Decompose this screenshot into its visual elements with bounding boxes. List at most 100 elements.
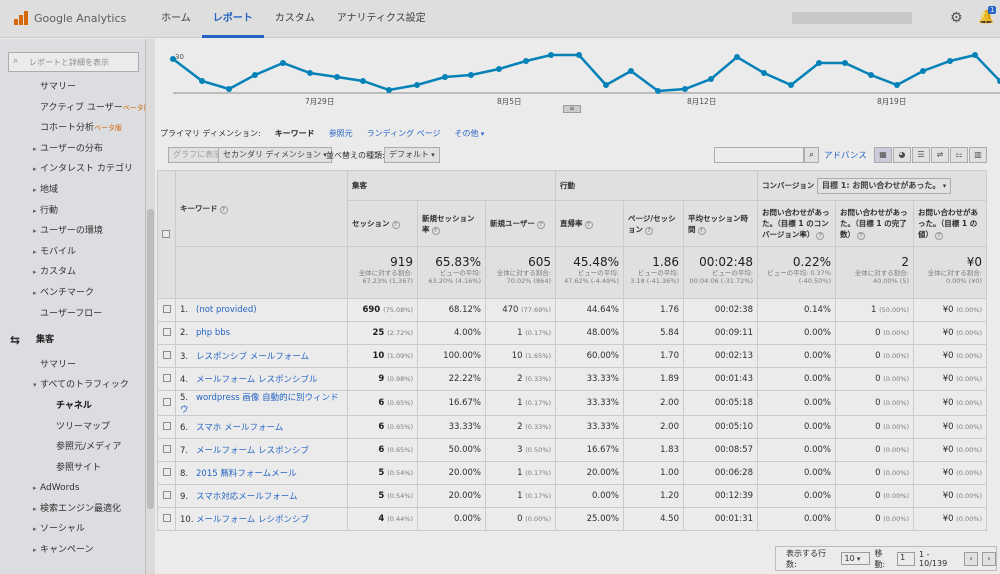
row-checkbox[interactable] — [162, 513, 171, 522]
data-point-27[interactable] — [894, 82, 900, 88]
goto-page-input[interactable]: 1 — [897, 551, 916, 566]
goal-select[interactable]: 目標 1: お問い合わせがあった。 — [816, 177, 952, 194]
performance-view-icon[interactable]: ☰ — [912, 147, 930, 163]
column-header-4[interactable]: ページ/セッション? — [623, 200, 684, 247]
sidebar-item-3[interactable]: ユーザーの分布 — [0, 139, 145, 160]
keyword-cell[interactable]: 1. (not provided) — [175, 298, 348, 322]
sidebar-item-4[interactable]: インタレスト カテゴリ — [0, 159, 145, 180]
data-point-4[interactable] — [280, 60, 286, 66]
keyword-link[interactable]: メールフォーム レスポンシブ — [196, 446, 309, 456]
column-header-6[interactable]: お問い合わせがあった。（目標 1 のコンバージョン率）? — [757, 200, 836, 247]
sidebar-item-16[interactable]: ツリーマップ — [0, 417, 145, 438]
row-checkbox[interactable] — [162, 327, 171, 336]
data-point-1[interactable] — [199, 78, 205, 84]
help-icon[interactable]: ? — [816, 232, 825, 240]
row-checkbox[interactable] — [162, 467, 171, 476]
help-icon[interactable]: ? — [584, 221, 593, 229]
search-icon[interactable]: ⌕ — [804, 147, 819, 163]
table-row[interactable]: 8. 2015 無料フォームメール 5 (0.54%) 20.00% 1 (0.17%)… — [157, 461, 987, 485]
keyword-link[interactable]: メールフォーム レシポンシブ — [196, 515, 309, 525]
tab-0[interactable]: ホーム — [150, 0, 202, 38]
tab-2[interactable]: カスタム — [264, 0, 326, 38]
table-row[interactable]: 6. スマホ メールフォーム 6 (0.65%) 33.33% 2 (0.33%) 33.… — [157, 415, 987, 439]
keyword-link[interactable]: 2015 無料フォームメール — [196, 469, 297, 479]
data-point-23[interactable] — [788, 82, 794, 88]
column-header-3[interactable]: 直帰率? — [555, 200, 624, 247]
data-point-20[interactable] — [708, 76, 714, 82]
sidebar-item-10[interactable]: ベンチマーク — [0, 283, 145, 304]
tab-1[interactable]: レポート — [201, 0, 264, 38]
keyword-cell[interactable]: 7. メールフォーム レスポンシブ — [175, 438, 348, 462]
keyword-cell[interactable]: 8. 2015 無料フォームメール — [175, 461, 348, 485]
sidebar-item-20[interactable]: 検索エンジン最適化 — [0, 499, 145, 520]
prev-page-icon[interactable]: ‹ — [964, 551, 979, 566]
help-icon[interactable]: ? — [219, 206, 228, 214]
table-row[interactable]: 10. メールフォーム レシポンシブ 4 (0.44%) 0.00% 0 (0.00%)… — [157, 507, 987, 531]
data-point-29[interactable] — [947, 58, 953, 64]
keyword-column-header[interactable]: キーワード? — [175, 170, 348, 247]
help-icon[interactable]: ? — [645, 226, 653, 235]
next-page-icon[interactable]: › — [982, 551, 996, 566]
table-row[interactable]: 3. レスポンシブ メールフォーム 10 (1.09%) 100.00% 10 (1.6… — [157, 344, 987, 368]
data-point-15[interactable] — [576, 52, 582, 58]
keyword-cell[interactable]: 6. スマホ メールフォーム — [175, 415, 348, 439]
sidebar-scrollbar[interactable] — [146, 39, 155, 574]
keyword-link[interactable]: メールフォーム レスポンシブル — [196, 375, 317, 385]
data-point-25[interactable] — [842, 60, 848, 66]
table-view-icon[interactable]: ▦ — [874, 147, 892, 163]
keyword-link[interactable]: スマホ メールフォーム — [196, 423, 283, 433]
data-point-7[interactable] — [360, 78, 366, 84]
row-checkbox[interactable] — [162, 304, 171, 313]
data-point-6[interactable] — [334, 74, 340, 80]
logo[interactable]: Google Analytics — [14, 11, 126, 25]
row-checkbox[interactable] — [162, 373, 171, 382]
table-row[interactable]: 7. メールフォーム レスポンシブ 6 (0.65%) 50.00% 3 (0.50%)… — [157, 438, 987, 462]
data-point-30[interactable] — [972, 52, 978, 58]
sort-type-select[interactable]: デフォルト — [384, 147, 440, 163]
sidebar-item-9[interactable]: カスタム — [0, 262, 145, 283]
row-checkbox[interactable] — [162, 444, 171, 453]
data-point-22[interactable] — [761, 70, 767, 76]
table-row[interactable]: 4. メールフォーム レスポンシブル 9 (0.98%) 22.22% 2 (0.33%… — [157, 367, 987, 391]
sidebar-item-22[interactable]: キャンペーン — [0, 540, 145, 561]
data-point-28[interactable] — [920, 68, 926, 74]
row-checkbox[interactable] — [162, 421, 171, 430]
column-header-7[interactable]: お問い合わせがあった。（目標 1 の完了数）? — [835, 200, 914, 247]
data-point-8[interactable] — [386, 87, 392, 93]
dimension-link-landing-page[interactable]: ランディング ページ — [367, 128, 441, 139]
sidebar-item-1[interactable]: アクティブ ユーザーベータ版 — [0, 98, 145, 119]
account-name-blurred[interactable] — [792, 12, 912, 24]
data-point-3[interactable] — [252, 72, 258, 78]
keyword-link[interactable]: (not provided) — [196, 305, 257, 315]
table-row[interactable]: 5. wordpress 画像 自動的に別ウィンドウ 6 (0.65%) 16.67%… — [157, 390, 987, 416]
sidebar-item-17[interactable]: 参照元/メディア — [0, 437, 145, 458]
tab-3[interactable]: アナリティクス設定 — [326, 0, 437, 38]
keyword-cell[interactable]: 2. php bbs — [175, 321, 348, 345]
column-header-5[interactable]: 平均セッション時間? — [683, 200, 758, 247]
keyword-cell[interactable]: 10. メールフォーム レシポンシブ — [175, 507, 348, 531]
sidebar-item-13[interactable]: サマリー — [0, 355, 145, 376]
comparison-view-icon[interactable]: ⇌ — [931, 147, 949, 163]
data-point-2[interactable] — [226, 86, 232, 92]
data-point-5[interactable] — [307, 70, 313, 76]
pivot-view-icon[interactable]: ▥ — [969, 147, 987, 163]
help-icon[interactable]: ? — [935, 232, 943, 240]
data-point-11[interactable] — [468, 72, 474, 78]
sidebar-item-15[interactable]: チャネル — [0, 396, 145, 417]
row-checkbox[interactable] — [162, 350, 171, 359]
sidebar-item-21[interactable]: ソーシャル — [0, 519, 145, 540]
gear-icon[interactable]: ⚙ — [950, 10, 963, 26]
pie-view-icon[interactable]: ◕ — [893, 147, 911, 163]
table-search-input[interactable] — [714, 147, 804, 163]
sidebar-item-18[interactable]: 参照サイト — [0, 458, 145, 479]
sidebar-item-14[interactable]: すべてのトラフィック — [0, 375, 145, 396]
data-point-12[interactable] — [496, 66, 502, 72]
column-header-1[interactable]: 新規セッション率? — [417, 200, 486, 247]
keyword-cell[interactable]: 5. wordpress 画像 自動的に別ウィンドウ — [175, 390, 348, 416]
data-point-14[interactable] — [548, 52, 554, 58]
data-point-24[interactable] — [816, 60, 822, 66]
data-point-16[interactable] — [603, 82, 609, 88]
help-icon[interactable]: ? — [536, 221, 545, 229]
sidebar-item-7[interactable]: ユーザーの環境 — [0, 221, 145, 242]
advanced-filter-link[interactable]: アドバンス — [824, 149, 867, 161]
